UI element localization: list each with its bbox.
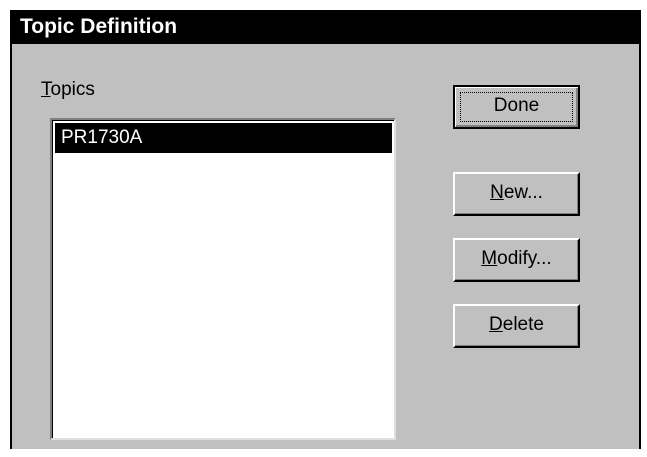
topics-listbox[interactable]: PR1730A <box>50 118 396 440</box>
topics-label-mnemonic: T <box>41 79 51 100</box>
title-bar[interactable]: Topic Definition <box>12 10 639 44</box>
modify-button[interactable]: Modify... <box>453 238 580 282</box>
new-button-mnemonic: N <box>490 182 504 203</box>
new-button-label: ew... <box>503 182 543 203</box>
modify-button-mnemonic: M <box>481 248 498 269</box>
delete-button[interactable]: Delete <box>453 304 580 348</box>
dialog-title: Topic Definition <box>20 15 178 38</box>
modify-button-label: odify... <box>497 248 552 269</box>
list-item[interactable]: PR1730A <box>55 123 392 153</box>
done-button[interactable]: Done <box>453 85 580 129</box>
delete-button-label: elete <box>502 314 544 335</box>
topic-definition-dialog: Topic Definition Topics PR1730A Done New… <box>10 10 641 449</box>
topics-listbox-inner: PR1730A <box>52 120 394 438</box>
focus-rect <box>460 92 573 122</box>
topics-label: Topics <box>41 79 95 101</box>
topics-label-text: opics <box>50 79 95 100</box>
new-button[interactable]: New... <box>453 172 580 216</box>
delete-button-mnemonic: D <box>489 314 503 335</box>
